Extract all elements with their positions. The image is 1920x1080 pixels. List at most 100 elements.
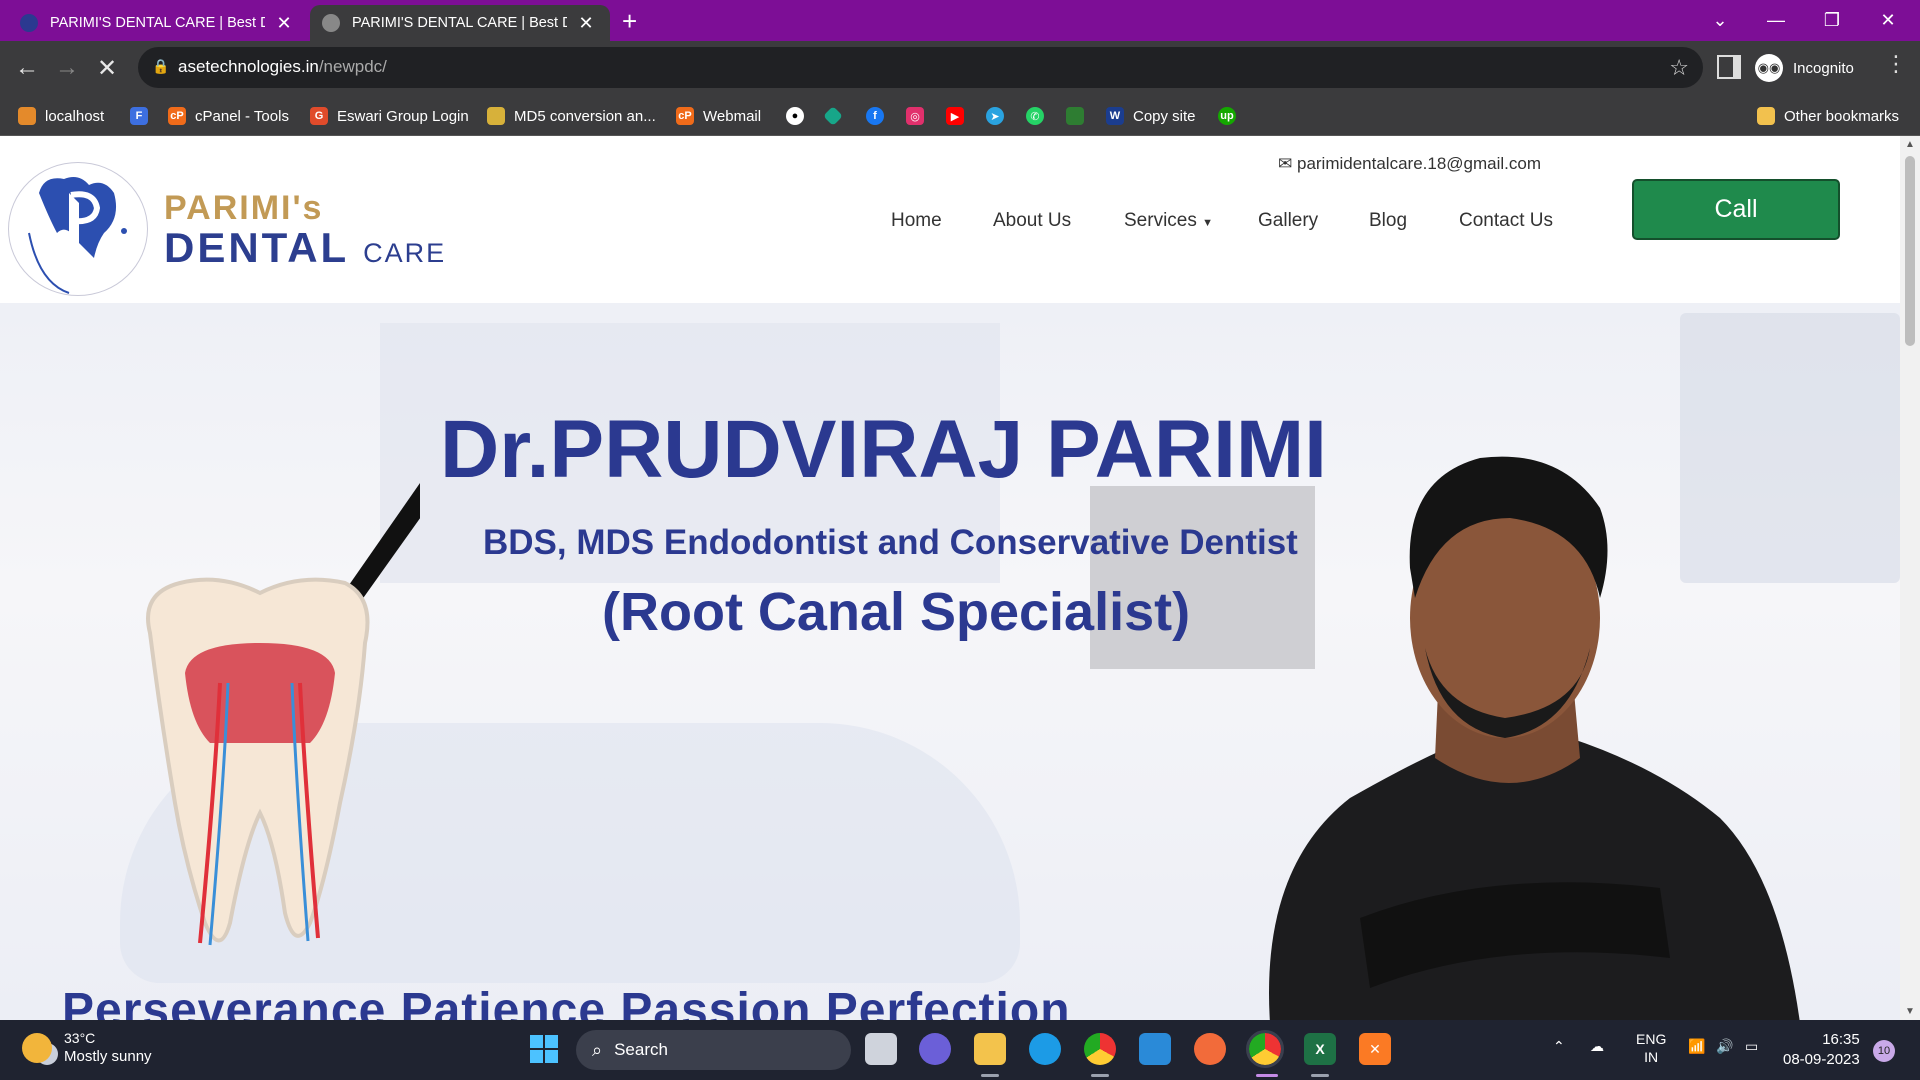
tab-search-icon[interactable]: ⌄: [1692, 0, 1748, 41]
bookmark-diamond[interactable]: [823, 104, 849, 128]
stop-loading-button[interactable]: ✕: [90, 51, 124, 85]
loading-favicon-icon: [322, 14, 340, 32]
bookmark-github[interactable]: ●: [786, 104, 813, 128]
back-button[interactable]: ←: [10, 51, 44, 85]
tab-2[interactable]: PARIMI'S DENTAL CARE | Best De ✕: [310, 5, 610, 41]
file-explorer-icon[interactable]: [974, 1033, 1006, 1065]
forward-button[interactable]: →: [50, 51, 84, 85]
nav-about-us[interactable]: About Us: [993, 210, 1071, 232]
bookmark-label: localhost: [45, 107, 105, 125]
bookmark-md5[interactable]: MD5 conversion an...: [487, 104, 656, 128]
onedrive-icon[interactable]: ☁: [1590, 1038, 1604, 1055]
scroll-down-icon[interactable]: ▼: [1905, 1006, 1915, 1017]
logo-line1: PARIMI's: [164, 189, 324, 227]
bookmark-upwork[interactable]: up: [1218, 104, 1245, 128]
url-path: /newpdc/: [318, 57, 387, 76]
page-scrollbar[interactable]: ▲ ▼: [1900, 136, 1920, 1020]
taskbar-search[interactable]: ⌕ Search: [576, 1030, 851, 1070]
green-bookmark-icon: [1066, 107, 1084, 125]
notification-badge[interactable]: 10: [1873, 1040, 1895, 1062]
bookmark-green[interactable]: [1066, 104, 1093, 128]
browser-toolbar: ← → ✕ 🔒 asetechnologies.in/newpdc/ ☆ ◉◉ …: [0, 41, 1920, 96]
nav-home[interactable]: Home: [891, 210, 942, 232]
folder-icon: [1757, 107, 1775, 125]
active-indicator: [1256, 1074, 1278, 1077]
teams-icon[interactable]: [919, 1033, 951, 1065]
bookmark-webmail[interactable]: cP Webmail: [676, 104, 761, 128]
bookmark-facebook[interactable]: f: [866, 104, 893, 128]
doctor-photo: [1269, 456, 1800, 1020]
call-button[interactable]: Call: [1632, 179, 1840, 240]
lang-bottom: IN: [1644, 1049, 1659, 1065]
other-bookmarks[interactable]: Other bookmarks: [1757, 104, 1899, 128]
nav-blog[interactable]: Blog: [1369, 210, 1407, 232]
nav-gallery[interactable]: Gallery: [1258, 210, 1318, 232]
bookmark-youtube[interactable]: ▶: [946, 104, 973, 128]
bookmark-telegram[interactable]: ➤: [986, 104, 1013, 128]
bookmark-eswari[interactable]: G Eswari Group Login: [310, 104, 469, 128]
address-bar[interactable]: 🔒 asetechnologies.in/newpdc/ ☆: [138, 47, 1703, 88]
bookmark-localhost[interactable]: localhost: [18, 104, 104, 128]
volume-icon[interactable]: 🔊: [1716, 1038, 1733, 1055]
chrome-incognito-icon[interactable]: [1246, 1030, 1284, 1068]
clock[interactable]: 16:35 08-09-2023: [1783, 1030, 1860, 1070]
xampp-icon: [18, 107, 36, 125]
postman-icon[interactable]: [1194, 1033, 1226, 1065]
site-logo[interactable]: PARIMI's DENTAL CARE: [164, 190, 446, 275]
weather-desc: Mostly sunny: [64, 1048, 152, 1065]
nav-services-label: Services: [1124, 210, 1197, 231]
side-panel-icon[interactable]: [1717, 55, 1741, 79]
url-text[interactable]: asetechnologies.in/newpdc/: [178, 57, 387, 77]
cpanel-icon: cP: [676, 107, 694, 125]
email-text: parimidentalcare.18@gmail.com: [1296, 154, 1542, 173]
envelope-icon: ✉: [1278, 154, 1293, 173]
new-tab-button[interactable]: +: [622, 5, 637, 37]
bookmark-label: Eswari Group Login: [337, 107, 469, 125]
browser-menu-icon[interactable]: ⋮: [1885, 51, 1907, 77]
dental-favicon-icon: [20, 14, 38, 32]
nav-contact-us[interactable]: Contact Us: [1459, 210, 1553, 232]
tab-1[interactable]: PARIMI'S DENTAL CARE | Best De ✕: [8, 5, 308, 41]
eswari-icon: G: [310, 107, 328, 125]
bookmark-star-icon[interactable]: ☆: [1669, 55, 1689, 81]
weather-widget[interactable]: 33°C Mostly sunny: [22, 1029, 152, 1066]
upwork-icon: up: [1218, 107, 1236, 125]
bookmark-instagram[interactable]: ◎: [906, 104, 933, 128]
logo-dental: DENTAL: [164, 224, 349, 271]
hero-motto: Perseverance Patience Passion Perfection: [62, 984, 1071, 1020]
xampp-icon[interactable]: ✕: [1359, 1033, 1391, 1065]
vscode-icon[interactable]: [1139, 1033, 1171, 1065]
logo-care: CARE: [363, 238, 447, 268]
bookmark-label: Copy site: [1133, 107, 1196, 125]
edge-icon[interactable]: [1029, 1033, 1061, 1065]
wifi-icon[interactable]: 📶: [1688, 1038, 1705, 1055]
chrome-icon[interactable]: [1084, 1033, 1116, 1065]
restore-button[interactable]: ❐: [1804, 0, 1860, 41]
windows-start-icon[interactable]: [528, 1033, 560, 1065]
battery-icon[interactable]: ▭: [1745, 1038, 1758, 1055]
youtube-icon: ▶: [946, 107, 964, 125]
tab-title: PARIMI'S DENTAL CARE | Best De: [50, 15, 265, 31]
scroll-up-icon[interactable]: ▲: [1905, 139, 1915, 150]
incognito-indicator[interactable]: ◉◉ Incognito: [1755, 51, 1854, 85]
close-window-button[interactable]: ✕: [1860, 0, 1916, 41]
bookmark-whatsapp[interactable]: ✆: [1026, 104, 1053, 128]
browser-titlebar: PARIMI'S DENTAL CARE | Best De ✕ PARIMI'…: [0, 0, 1920, 41]
task-view-icon[interactable]: [865, 1033, 897, 1065]
excel-icon[interactable]: X: [1304, 1033, 1336, 1065]
tooth-logo-icon[interactable]: [8, 162, 148, 296]
cpanel-icon: cP: [168, 107, 186, 125]
language-indicator[interactable]: ENG IN: [1636, 1030, 1666, 1066]
contact-email[interactable]: ✉ parimidentalcare.18@gmail.com: [1278, 154, 1541, 174]
tray-overflow-icon[interactable]: ⌃: [1553, 1038, 1565, 1055]
close-tab-icon[interactable]: ✕: [275, 13, 293, 34]
nav-services[interactable]: Services ▼: [1124, 210, 1213, 232]
minimize-button[interactable]: —: [1748, 0, 1804, 41]
bookmark-cpanel[interactable]: cP cPanel - Tools: [168, 104, 289, 128]
lock-icon[interactable]: 🔒: [152, 58, 170, 76]
bookmark-f[interactable]: F: [130, 104, 157, 128]
tab-title: PARIMI'S DENTAL CARE | Best De: [352, 15, 567, 31]
close-tab-icon[interactable]: ✕: [577, 13, 595, 34]
bookmark-copy-site[interactable]: W Copy site: [1106, 104, 1196, 128]
scroll-thumb[interactable]: [1905, 156, 1915, 346]
